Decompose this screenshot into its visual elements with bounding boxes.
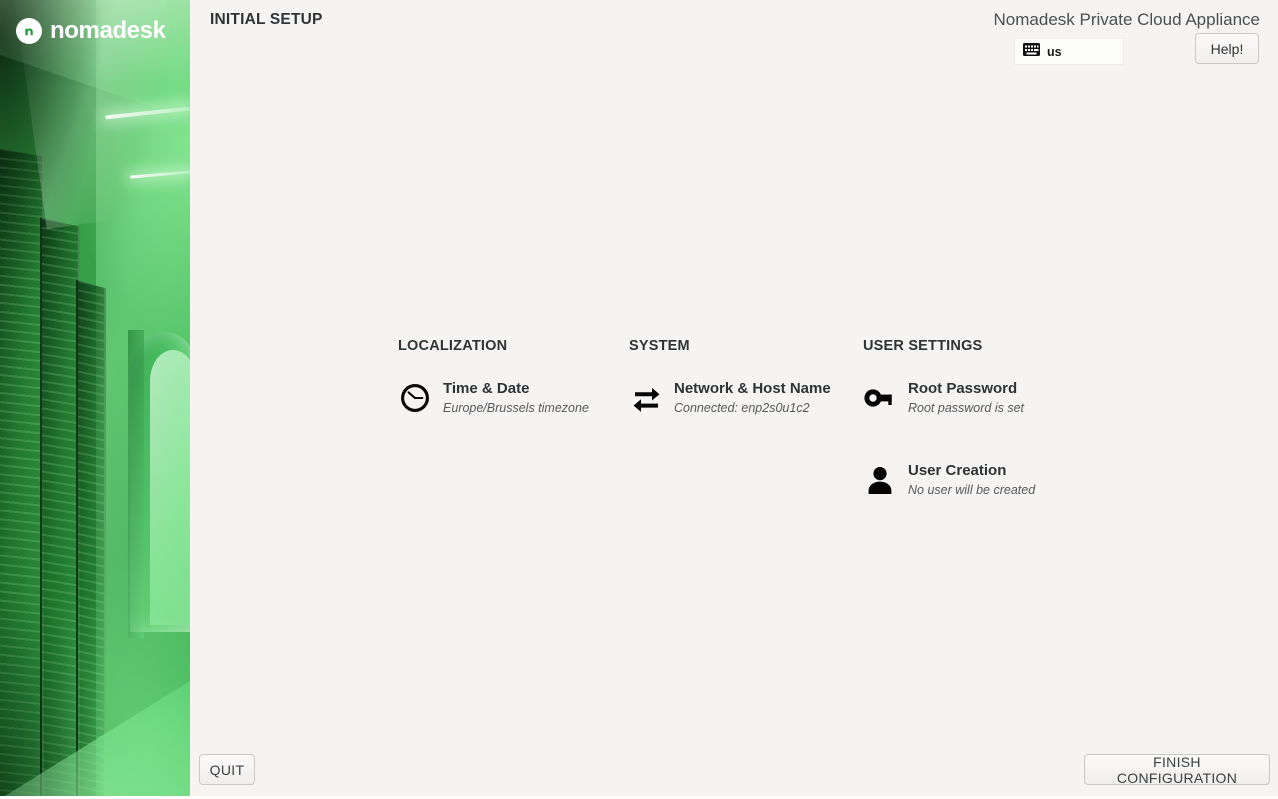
column-system: SYSTEM Network & Host Name Connected: en… [629, 338, 849, 442]
help-button[interactable]: Help! [1195, 33, 1259, 64]
keyboard-icon [1023, 42, 1040, 61]
page-title: INITIAL SETUP [210, 11, 323, 28]
spoke-text: User Creation No user will be created [908, 460, 1035, 498]
corridor-pillar [128, 330, 144, 638]
keyboard-layout-indicator[interactable]: us [1014, 38, 1124, 65]
spoke-title: User Creation [908, 462, 1007, 480]
finish-configuration-button[interactable]: FINISH CONFIGURATION [1084, 754, 1270, 786]
nomadesk-logo: nomadesk [16, 18, 166, 44]
column-user-settings: USER SETTINGS Root Password Root passwor… [863, 338, 1093, 525]
nomadesk-logo-wordmark: nomadesk [50, 17, 166, 44]
spoke-text: Root Password Root password is set [908, 378, 1024, 416]
sidebar-artwork-panel: nomadesk [0, 0, 190, 799]
column-title-localization: LOCALIZATION [398, 338, 508, 354]
key-icon [863, 381, 897, 415]
spoke-network-and-host-name[interactable]: Network & Host Name Connected: enp2s0u1c… [629, 378, 849, 416]
spoke-title: Time & Date [443, 380, 530, 397]
spoke-title: Root Password [908, 380, 1018, 397]
column-localization: LOCALIZATION Time & Date Europe/Brussels… [398, 338, 613, 442]
spoke-text: Time & Date Europe/Brussels timezone [443, 378, 589, 416]
network-arrows-icon [629, 381, 663, 415]
spoke-user-creation[interactable]: User Creation No user will be created [863, 460, 1093, 498]
spoke-status: No user will be created [908, 483, 1036, 498]
column-title-system: SYSTEM [629, 338, 690, 354]
spoke-status: Europe/Brussels timezone [443, 401, 589, 415]
keyboard-layout-label: us [1047, 44, 1062, 59]
spoke-root-password[interactable]: Root Password Root password is set [863, 378, 1093, 416]
main-content-area: INITIAL SETUP Nomadesk Private Cloud App… [190, 0, 1278, 799]
vignette-bottom-left [0, 499, 120, 799]
clock-icon [398, 381, 432, 415]
spoke-time-and-date[interactable]: Time & Date Europe/Brussels timezone [398, 378, 613, 416]
doorway-arch-inner [150, 350, 190, 625]
product-title: Nomadesk Private Cloud Appliance [993, 10, 1260, 29]
person-icon [863, 463, 897, 497]
spoke-title: Network & Host Name [674, 380, 831, 397]
spoke-status: Root password is set [908, 401, 1025, 415]
column-title-user-settings: USER SETTINGS [863, 338, 983, 354]
spoke-text: Network & Host Name Connected: enp2s0u1c… [674, 378, 831, 416]
spoke-status: Connected: enp2s0u1c2 [674, 401, 810, 415]
vignette-top-left [0, 0, 110, 360]
quit-button[interactable]: QUIT [199, 754, 255, 785]
nomadesk-logo-mark-icon [16, 18, 42, 44]
